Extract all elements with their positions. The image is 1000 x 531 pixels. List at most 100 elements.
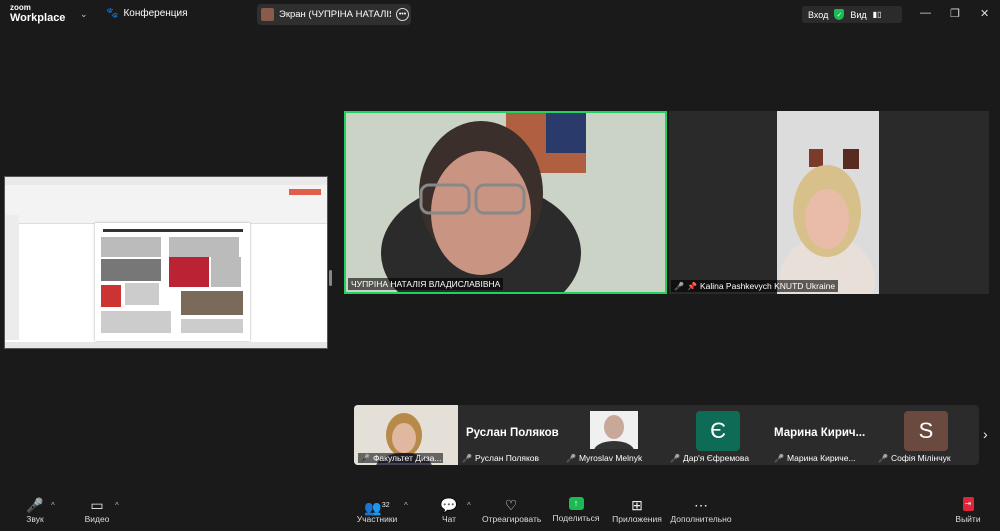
slide-text-block-6 <box>181 319 243 333</box>
react-label: Отреагировать <box>482 514 542 524</box>
video-button[interactable]: ▭ Видео <box>80 497 114 524</box>
apps-button[interactable]: ⊞ Приложения <box>612 497 662 524</box>
slide-photo-runway <box>101 259 161 281</box>
slide-text-block-4 <box>125 283 159 305</box>
speaker2-video <box>669 111 989 294</box>
mic-muted-icon: 🎤 <box>674 281 684 291</box>
participant-name: Факультет Диза... <box>372 453 442 463</box>
shared-screen[interactable] <box>4 176 328 349</box>
minimize-icon[interactable]: — <box>920 7 931 19</box>
mic-muted-icon: 🎤 <box>774 453 784 463</box>
slide-text-block-5 <box>101 311 171 333</box>
conference-info-button[interactable]: 🐾 Конференция <box>106 8 188 19</box>
next-page-arrow-icon[interactable]: › <box>983 426 988 442</box>
participant-name: Дар'я Єфремова <box>682 453 750 463</box>
shared-statusbar <box>5 342 327 348</box>
participant-tile[interactable]: Руслан Поляков 🎤 Руслан Поляков <box>458 405 562 465</box>
participants-label: Участники <box>356 514 398 524</box>
shared-ribbon <box>5 185 327 224</box>
shared-titlebar <box>5 177 327 185</box>
speaker2-name: Kalina Pashkevych KNUTD Ukraine <box>699 281 836 291</box>
speaker2-name-tag: 🎤 📌 Kalina Pashkevych KNUTD Ukraine <box>671 280 839 292</box>
security-shield-icon[interactable]: ✓ <box>834 9 845 20</box>
audio-button[interactable]: 🎤 Звук <box>18 497 52 524</box>
participant-label: 🎤 Софія Мілінчук <box>878 453 951 463</box>
zoom-logo: zoom Workplace <box>10 3 66 24</box>
close-icon[interactable]: ✕ <box>980 7 989 20</box>
share-label: Поделиться <box>552 513 600 523</box>
speaker-name-tag: ЧУПРІНА НАТАЛІЯ ВЛАДИСЛАВІВНА <box>348 278 504 290</box>
participant-label: 🎤 Myroslav Melnyk <box>566 453 642 463</box>
screen-share-indicator[interactable]: Экран (ЧУПРІНА НАТАЛІЯ ВЛА... ••• <box>257 4 411 25</box>
participant-initial: S <box>904 411 948 451</box>
chat-button[interactable]: 💬 Чат <box>436 497 462 524</box>
mic-muted-icon: 🎤 <box>360 453 370 463</box>
participant-name: Руслан Поляков <box>474 453 540 463</box>
participant-tile[interactable]: 🎤 Myroslav Melnyk <box>562 405 666 465</box>
view-controls: Вход ✓ Вид ▮▯ <box>802 6 902 23</box>
heart-icon: ♡ <box>504 497 518 513</box>
mic-muted-icon: 🎤 <box>462 453 472 463</box>
screen-share-label: Экран (ЧУПРІНА НАТАЛІЯ ВЛА... <box>279 9 391 20</box>
more-options-icon[interactable]: ••• <box>396 8 409 21</box>
view-button[interactable]: Вид <box>850 10 866 20</box>
chevron-down-icon[interactable]: ⌄ <box>80 9 88 20</box>
participant-tile[interactable]: Марина Кирич... 🎤 Марина Кириче... <box>770 405 874 465</box>
chat-icon: 💬 <box>440 497 458 513</box>
apps-icon: ⊞ <box>631 497 643 513</box>
audio-label: Звук <box>26 514 44 524</box>
participant-display-name: Руслан Поляков <box>466 427 559 439</box>
entry-button[interactable]: Вход <box>808 10 828 20</box>
shared-slide-thumbnails <box>5 215 19 340</box>
leave-label: Выйти <box>955 514 981 524</box>
share-screen-icon: ↑ <box>568 497 584 510</box>
mic-muted-icon: 🎤 <box>26 497 44 513</box>
shared-red-button <box>289 189 321 195</box>
chat-caret-icon[interactable]: ^ <box>467 501 471 510</box>
participants-caret-icon[interactable]: ^ <box>404 501 408 510</box>
participant-name: Софія Мілінчук <box>890 453 951 463</box>
restore-window-icon[interactable]: ❐ <box>950 7 960 20</box>
participant-tile[interactable]: Є 🎤 Дар'я Єфремова <box>666 405 770 465</box>
leave-button[interactable]: ⇥ Выйти <box>952 497 984 524</box>
conference-label: Конференция <box>123 8 188 19</box>
react-button[interactable]: ♡ Отреагировать <box>482 497 542 524</box>
participant-tile[interactable]: 🎤 Факультет Диза... <box>354 405 458 465</box>
paw-icon: 🐾 <box>106 8 119 19</box>
participant-photo <box>590 411 638 449</box>
participant-strip: 🎤 Факультет Диза... Руслан Поляков 🎤 Рус… <box>354 405 979 465</box>
participant-tile[interactable]: S 🎤 Софія Мілінчук <box>874 405 978 465</box>
audio-options-caret-icon[interactable]: ^ <box>51 501 55 510</box>
participant-label: 🎤 Факультет Диза... <box>358 453 444 463</box>
more-icon: ⋯ <box>694 497 708 513</box>
speaker-video <box>346 113 665 292</box>
participant-label: 🎤 Дар'я Єфремова <box>670 453 749 463</box>
participants-button[interactable]: 👥32 Участники <box>354 497 400 524</box>
leave-icon: ⇥ <box>962 497 974 511</box>
logo-bottom: Workplace <box>10 12 66 24</box>
video-camera-icon: ▭ <box>90 497 104 513</box>
mic-muted-icon: 🎤 <box>878 453 888 463</box>
participant-initial: Є <box>696 411 740 451</box>
view-grid-icon[interactable]: ▮▯ <box>873 10 882 19</box>
meeting-toolbar: 🎤 Звук ^ ▭ Видео ^ 👥32 Участники ^ 💬 Чат… <box>0 492 1000 531</box>
slide-photo-red <box>169 257 209 287</box>
mic-muted-icon: 🎤 <box>566 453 576 463</box>
share-button[interactable]: ↑ Поделиться <box>552 497 600 523</box>
active-speaker-tile[interactable]: ЧУПРІНА НАТАЛІЯ ВЛАДИСЛАВІВНА <box>344 111 667 294</box>
video-label: Видео <box>84 514 110 524</box>
participant-name: Myroslav Melnyk <box>578 453 643 463</box>
slide-text-block-2 <box>169 237 239 257</box>
more-label: Дополнительно <box>670 514 732 524</box>
slide-text-block <box>101 237 161 257</box>
split-resize-handle[interactable] <box>329 270 332 286</box>
speaker-tile-2[interactable]: 🎤 📌 Kalina Pashkevych KNUTD Ukraine <box>669 111 989 294</box>
mic-muted-icon: 🎤 <box>670 453 680 463</box>
more-button[interactable]: ⋯ Дополнительно <box>670 497 732 524</box>
participants-count: 32 <box>381 502 390 509</box>
participant-display-name: Марина Кирич... <box>774 427 866 439</box>
presenter-avatar <box>261 8 274 21</box>
slide-text-block-3 <box>211 257 241 287</box>
slide-photo-group <box>181 291 243 315</box>
video-options-caret-icon[interactable]: ^ <box>115 501 119 510</box>
